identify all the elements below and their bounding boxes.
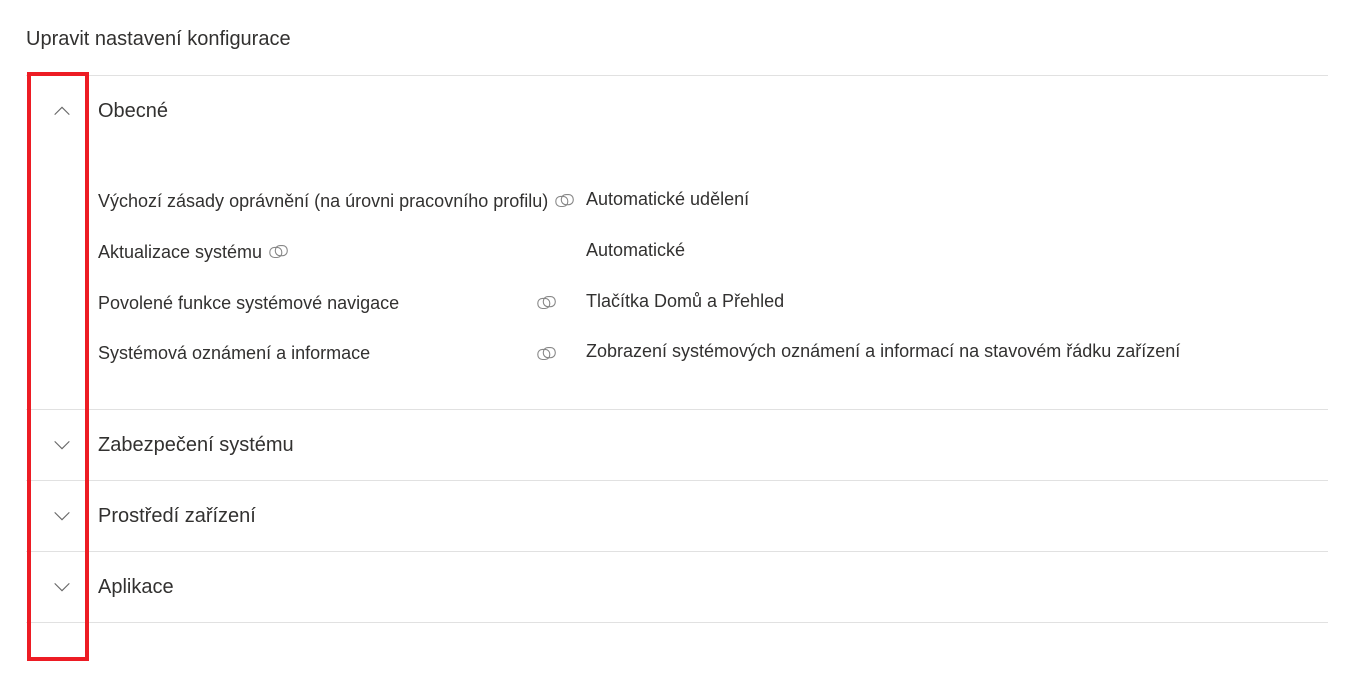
setting-label: Aktualizace systému: [98, 238, 586, 267]
setting-value: Zobrazení systémových oznámení a informa…: [586, 339, 1328, 362]
setting-label-text: Systémová oznámení a informace: [98, 339, 370, 368]
copilot-icon[interactable]: [536, 345, 586, 363]
section-title: Aplikace: [98, 576, 174, 599]
copilot-icon[interactable]: [554, 192, 576, 210]
setting-value: Tlačítka Domů a Přehled: [586, 289, 1328, 312]
section-header-general[interactable]: Obecné: [26, 76, 1328, 146]
setting-label-text: Aktualizace systému: [98, 238, 262, 267]
setting-row: Povolené funkce systémové navigace Tlačí…: [98, 278, 1328, 329]
section-environment: Prostředí zařízení: [26, 481, 1328, 552]
section-security: Zabezpečení systému: [26, 410, 1328, 481]
setting-value: Automatické: [586, 238, 1328, 261]
page-title: Upravit nastavení konfigurace: [26, 28, 1328, 51]
section-header-applications[interactable]: Aplikace: [26, 552, 1328, 622]
section-header-environment[interactable]: Prostředí zařízení: [26, 481, 1328, 551]
setting-label-text: Povolené funkce systémové navigace: [98, 289, 399, 318]
setting-row: Výchozí zásady oprávnění (na úrovni prac…: [98, 176, 1328, 227]
section-content-general: Výchozí zásady oprávnění (na úrovni prac…: [26, 146, 1328, 409]
section-title: Prostředí zařízení: [98, 505, 256, 528]
section-title: Zabezpečení systému: [98, 434, 294, 457]
section-title: Obecné: [98, 100, 168, 123]
sections-list: Obecné Výchozí zásady oprávnění (na úrov…: [26, 75, 1328, 623]
setting-row: Systémová oznámení a informace Zobrazení…: [98, 328, 1328, 379]
setting-label: Výchozí zásady oprávnění (na úrovni prac…: [98, 187, 586, 216]
section-header-security[interactable]: Zabezpečení systému: [26, 410, 1328, 480]
setting-row: Aktualizace systému Automatické: [98, 227, 1328, 278]
copilot-icon[interactable]: [536, 294, 586, 312]
chevron-up-icon: [26, 100, 98, 122]
setting-label: Povolené funkce systémové navigace: [98, 289, 586, 318]
section-general: Obecné Výchozí zásady oprávnění (na úrov…: [26, 76, 1328, 410]
section-applications: Aplikace: [26, 552, 1328, 623]
chevron-down-icon: [26, 505, 98, 527]
chevron-down-icon: [26, 434, 98, 456]
chevron-down-icon: [26, 576, 98, 598]
setting-label-text: Výchozí zásady oprávnění (na úrovni prac…: [98, 187, 548, 216]
copilot-icon[interactable]: [268, 243, 290, 261]
setting-value: Automatické udělení: [586, 187, 1328, 210]
setting-label: Systémová oznámení a informace: [98, 339, 586, 368]
